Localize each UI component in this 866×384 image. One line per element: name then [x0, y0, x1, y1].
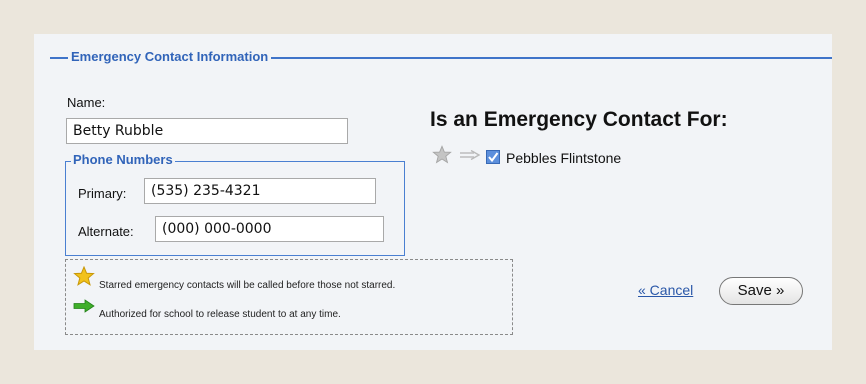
save-button[interactable]: Save » [719, 277, 803, 305]
star-icon[interactable] [432, 145, 452, 164]
phone-numbers-legend: Phone Numbers [71, 152, 175, 167]
name-input[interactable] [66, 118, 348, 144]
primary-label: Primary: [78, 186, 127, 201]
icon-legend-box [65, 259, 513, 335]
legend-star-note: Starred emergency contacts will be calle… [99, 280, 396, 291]
alternate-label: Alternate: [78, 224, 134, 239]
name-label: Name: [67, 95, 106, 110]
legend-arrow-note: Authorized for school to release student… [99, 309, 341, 320]
star-icon [73, 266, 95, 286]
primary-phone-input[interactable] [144, 178, 376, 204]
right-arrow-icon [73, 299, 95, 313]
fieldset-legend: Emergency Contact Information [68, 49, 272, 64]
right-arrow-icon[interactable] [459, 150, 481, 160]
checkbox-checked-icon[interactable] [486, 150, 500, 164]
alternate-phone-input[interactable] [155, 216, 384, 242]
cancel-link[interactable]: « Cancel [638, 282, 693, 298]
contact-for-heading: Is an Emergency Contact For: [430, 108, 728, 131]
contact-name: Pebbles Flintstone [506, 150, 622, 166]
